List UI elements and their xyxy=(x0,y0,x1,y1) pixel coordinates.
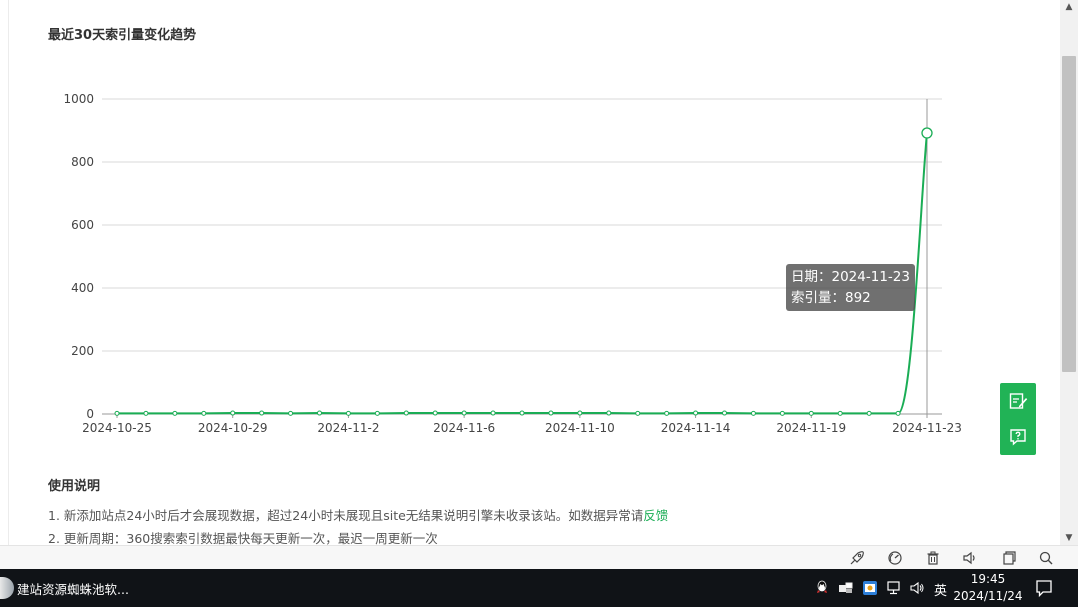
y-tick-label: 1000 xyxy=(63,92,94,106)
data-point xyxy=(259,410,265,416)
floating-toolbar xyxy=(1000,383,1036,455)
x-tick-label: 2024-11-6 xyxy=(433,421,495,435)
edit-note-button[interactable] xyxy=(1000,383,1036,419)
usage-line-1: 1. 新添加站点24小时后才会展现数据，超过24小时未展现且site无结果说明引… xyxy=(48,504,948,527)
taskbar-app-label: 建站资源蜘蛛池软... xyxy=(17,581,129,597)
browser-status-bar xyxy=(0,545,1078,569)
y-tick-label: 600 xyxy=(71,218,94,232)
data-point xyxy=(577,410,583,416)
content-area: 最近30天索引量变化趋势 0 200 400 600 800 1000 2024-10-25… xyxy=(0,0,1060,546)
data-point xyxy=(230,410,236,416)
taskbar-app-button[interactable]: 建站资源蜘蛛池软... xyxy=(0,569,130,607)
windows-taskbar: 建站资源蜘蛛池软... 英 19:45 2024/11/24 xyxy=(0,569,1078,607)
x-tick-label: 2024-10-29 xyxy=(198,421,268,435)
page: 最近30天索引量变化趋势 0 200 400 600 800 1000 2024-10-25… xyxy=(0,0,1078,607)
scroll-down-arrow[interactable]: ▼ xyxy=(1060,531,1078,545)
tooltip-value: 索引量：892 xyxy=(791,290,871,306)
y-tick-label: 200 xyxy=(71,344,94,358)
data-point xyxy=(519,410,525,416)
rocket-icon[interactable] xyxy=(849,550,865,566)
data-point xyxy=(288,410,294,416)
highlighted-point xyxy=(921,127,933,139)
data-point xyxy=(403,410,409,416)
speed-icon[interactable] xyxy=(887,550,903,566)
trash-icon[interactable] xyxy=(925,550,941,566)
x-tick-label: 2024-11-10 xyxy=(545,421,615,435)
y-tick-label: 400 xyxy=(71,281,94,295)
usage-section: 使用说明 1. 新添加站点24小时后才会展现数据，超过24小时未展现且site无… xyxy=(48,478,948,550)
data-point xyxy=(664,410,670,416)
scroll-thumb[interactable] xyxy=(1062,56,1076,372)
y-tick-label: 800 xyxy=(71,155,94,169)
usage-line-1-text: 1. 新添加站点24小时后才会展现数据，超过24小时未展现且site无结果说明引… xyxy=(48,508,644,523)
data-point xyxy=(866,410,872,416)
volume-icon[interactable] xyxy=(909,580,925,596)
x-tick-label: 2024-11-14 xyxy=(661,421,731,435)
x-tick-label: 2024-11-23 xyxy=(892,421,962,435)
feedback-question-button[interactable] xyxy=(1000,419,1036,455)
data-point xyxy=(201,410,207,416)
scroll-up-arrow[interactable]: ▲ xyxy=(1060,0,1078,14)
data-point xyxy=(548,410,554,416)
data-point xyxy=(750,410,756,416)
data-point xyxy=(317,410,322,416)
data-point xyxy=(606,410,612,416)
data-point xyxy=(114,410,120,416)
usage-title: 使用说明 xyxy=(48,479,101,494)
data-point xyxy=(895,410,901,416)
y-tick-label: 0 xyxy=(86,407,94,421)
clock-date: 2024/11/24 xyxy=(953,589,1023,603)
feedback-link[interactable]: 反馈 xyxy=(643,508,668,523)
clock-time: 19:45 xyxy=(970,572,1006,586)
tooltip-date: 日期：2024-11-23 xyxy=(791,269,910,285)
feedback-question-icon xyxy=(1010,429,1026,446)
vertical-scrollbar[interactable]: ▲ ▼ xyxy=(1060,0,1078,545)
app-icon[interactable] xyxy=(862,580,878,596)
data-point xyxy=(374,410,380,416)
data-point xyxy=(345,410,351,416)
data-point xyxy=(722,410,727,416)
notification-center-icon[interactable] xyxy=(1034,578,1054,598)
data-point xyxy=(143,410,149,416)
qq-icon[interactable] xyxy=(814,580,830,596)
data-point xyxy=(837,410,843,416)
network-icon[interactable] xyxy=(886,580,902,596)
data-point xyxy=(432,410,438,416)
window-icon[interactable] xyxy=(1001,550,1017,566)
network-app-icon[interactable] xyxy=(838,580,854,596)
taskbar-clock[interactable]: 19:45 2024/11/24 xyxy=(948,571,1028,605)
x-tick-label: 2024-11-2 xyxy=(317,421,379,435)
speaker-icon[interactable] xyxy=(962,550,978,566)
x-tick-label: 2024-11-19 xyxy=(776,421,846,435)
edit-note-icon xyxy=(1009,393,1028,409)
app-avatar-icon xyxy=(0,577,14,599)
data-point xyxy=(808,410,814,416)
data-point xyxy=(635,410,641,416)
search-icon[interactable] xyxy=(1038,550,1054,566)
data-point xyxy=(172,410,178,416)
x-tick-label: 2024-10-25 xyxy=(82,421,152,435)
data-point xyxy=(693,410,699,416)
ime-indicator[interactable]: 英 xyxy=(934,580,947,599)
data-point xyxy=(461,410,467,416)
index-trend-chart[interactable]: 0 200 400 600 800 1000 2024-10-25 2024-10-29 202… xyxy=(0,0,1060,470)
data-point xyxy=(490,410,496,416)
data-point xyxy=(779,410,785,416)
